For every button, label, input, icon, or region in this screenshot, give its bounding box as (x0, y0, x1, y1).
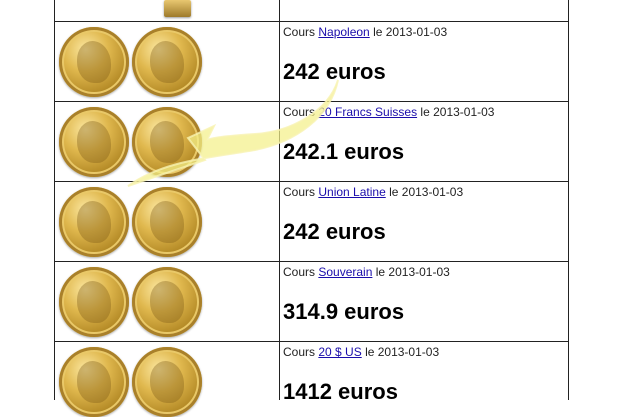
cell-divider (279, 342, 280, 400)
coin-obverse-image (59, 107, 129, 177)
price-cell: Cours 20 Francs Suisses le 2013-01-03 24… (283, 105, 564, 165)
rate-date: le 2013-01-03 (365, 345, 440, 359)
price-value: 1412 euros (283, 379, 398, 404)
coin-link[interactable]: Union Latine (318, 185, 385, 199)
coin-obverse-image (59, 27, 129, 97)
table-row: Cours 20 Francs Suisses le 2013-01-03 24… (54, 102, 568, 182)
table-row: Cours Napoleon le 2013-01-03 242 euros (54, 22, 568, 102)
table-row: Cours Union Latine le 2013-01-03 242 eur… (54, 182, 568, 262)
coin-link[interactable]: Souverain (318, 265, 372, 279)
coin-link[interactable]: Napoleon (318, 25, 369, 39)
table-row: Cours 20 $ US le 2013-01-03 1412 euros (54, 342, 568, 417)
rate-line: Cours Souverain le 2013-01-03 (283, 265, 564, 279)
rate-prefix: Cours (283, 105, 316, 119)
coin-images (54, 342, 279, 417)
price-cell: Cours 20 $ US le 2013-01-03 1412 euros (283, 345, 564, 405)
rate-line: Cours Napoleon le 2013-01-03 (283, 25, 564, 39)
rate-prefix: Cours (283, 185, 316, 199)
cell-divider (279, 0, 280, 21)
table-right-border (568, 0, 569, 400)
coin-reverse-image (132, 27, 202, 97)
cell-divider (279, 182, 280, 261)
price-cell: Cours Napoleon le 2013-01-03 242 euros (283, 25, 564, 85)
price-value: 242.1 euros (283, 139, 405, 164)
price-value: 314.9 euros (283, 299, 405, 324)
coin-obverse-image (59, 267, 129, 337)
coin-reverse-image (132, 347, 202, 417)
coin-link[interactable]: 20 $ US (318, 345, 361, 359)
table-row-gold-bar (54, 0, 568, 22)
rate-date: le 2013-01-03 (375, 265, 450, 279)
coin-reverse-image (132, 107, 202, 177)
rate-date: le 2013-01-03 (373, 25, 448, 39)
coin-obverse-image (59, 347, 129, 417)
coin-images (54, 22, 279, 101)
cell-divider (279, 22, 280, 101)
rate-line: Cours Union Latine le 2013-01-03 (283, 185, 564, 199)
rate-prefix: Cours (283, 265, 316, 279)
cell-divider (279, 102, 280, 181)
rate-date: le 2013-01-03 (420, 105, 495, 119)
rate-date: le 2013-01-03 (389, 185, 464, 199)
gold-bar-icon (164, 0, 191, 17)
cell-divider (279, 262, 280, 341)
price-value: 242 euros (283, 219, 386, 244)
rate-line: Cours 20 Francs Suisses le 2013-01-03 (283, 105, 564, 119)
rate-prefix: Cours (283, 345, 316, 359)
coin-link[interactable]: 20 Francs Suisses (318, 105, 417, 119)
price-cell: Cours Souverain le 2013-01-03 314.9 euro… (283, 265, 564, 325)
coin-images (54, 182, 279, 261)
coin-obverse-image (59, 187, 129, 257)
rate-prefix: Cours (283, 25, 316, 39)
coin-reverse-image (132, 187, 202, 257)
coin-images (54, 102, 279, 181)
coin-reverse-image (132, 267, 202, 337)
table-row: Cours Souverain le 2013-01-03 314.9 euro… (54, 262, 568, 342)
price-value: 242 euros (283, 59, 386, 84)
rate-line: Cours 20 $ US le 2013-01-03 (283, 345, 564, 359)
coin-images (54, 262, 279, 341)
price-cell: Cours Union Latine le 2013-01-03 242 eur… (283, 185, 564, 245)
